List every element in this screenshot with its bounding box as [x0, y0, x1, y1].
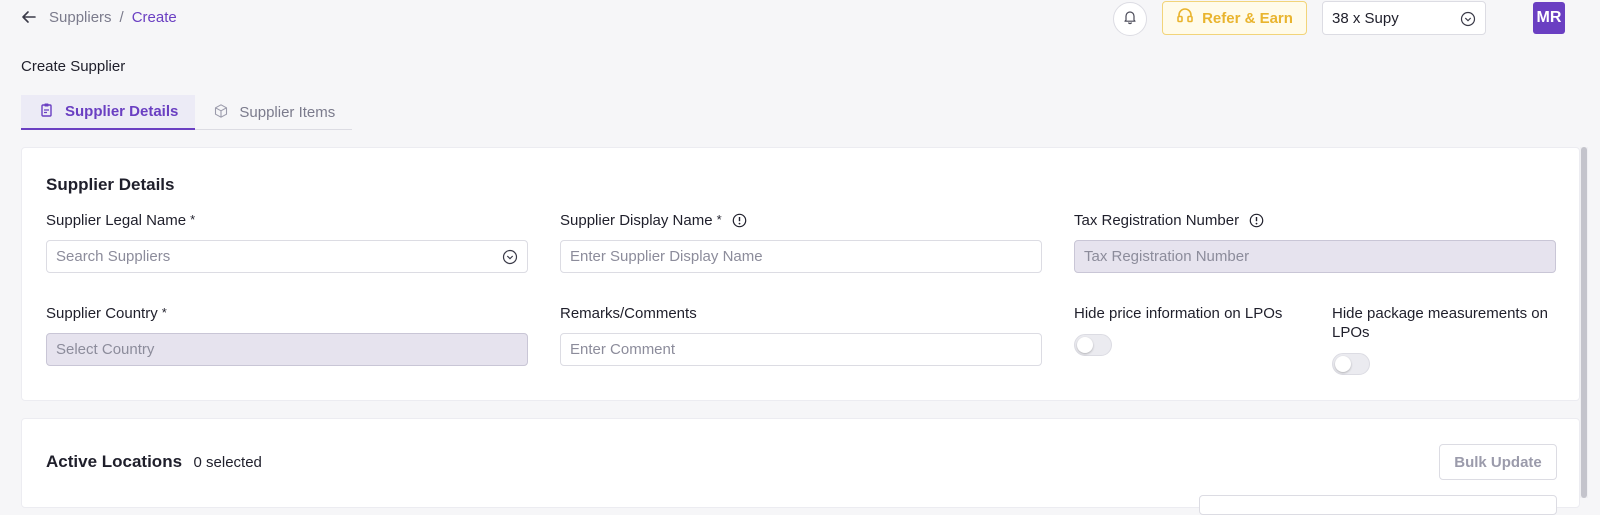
- display-name-input[interactable]: [560, 240, 1042, 273]
- refer-label: Refer & Earn: [1202, 9, 1293, 27]
- refer-and-earn-button[interactable]: Refer & Earn: [1162, 1, 1307, 35]
- breadcrumb: Suppliers / Create: [49, 9, 177, 26]
- country-placeholder: Select Country: [56, 341, 155, 358]
- info-icon[interactable]: [732, 213, 747, 232]
- hide-package-label: Hide package measurements on LPOs: [1332, 305, 1548, 341]
- page-title: Create Supplier: [21, 58, 126, 75]
- display-name-field[interactable]: [570, 248, 1032, 265]
- active-locations-card: Active Locations - 0 selected Bulk Updat…: [21, 418, 1580, 515]
- tab-bar: Supplier Details Supplier Items: [21, 95, 353, 130]
- locations-heading: Active Locations: [46, 452, 183, 471]
- breadcrumb-suppliers[interactable]: Suppliers: [49, 9, 112, 26]
- country-select: Select Country: [46, 333, 528, 366]
- breadcrumb-current: Create: [131, 9, 177, 26]
- country-label: Supplier Country *: [46, 305, 167, 322]
- section-heading: Supplier Details: [46, 175, 175, 194]
- breadcrumb-separator: /: [119, 9, 124, 26]
- top-bar: Suppliers / Create Refer & Earn 38 x Sup…: [0, 0, 1600, 36]
- chevron-down-icon: [502, 249, 518, 269]
- legal-name-select[interactable]: Search Suppliers: [46, 240, 528, 273]
- bell-icon: [1122, 9, 1138, 30]
- remarks-label: Remarks/Comments: [560, 305, 697, 322]
- legal-name-label: Supplier Legal Name *: [46, 212, 196, 229]
- selected-count: - 0 selected: [176, 454, 262, 471]
- remarks-input[interactable]: [560, 333, 1042, 366]
- back-arrow-icon[interactable]: [20, 8, 38, 26]
- chevron-down-icon: [1460, 11, 1476, 31]
- info-icon[interactable]: [1249, 213, 1264, 232]
- company-select[interactable]: 38 x Supy: [1322, 1, 1486, 35]
- company-value: 38 x Supy: [1332, 9, 1399, 27]
- tab-supplier-items[interactable]: Supplier Items: [195, 95, 352, 130]
- tab-label: Supplier Details: [65, 103, 179, 120]
- hide-price-toggle[interactable]: [1074, 334, 1112, 356]
- clipboard-icon: [39, 102, 55, 122]
- display-name-label: Supplier Display Name *: [560, 212, 747, 232]
- notifications-button[interactable]: [1113, 2, 1147, 36]
- avatar[interactable]: MR: [1533, 2, 1565, 34]
- headset-icon: [1176, 7, 1194, 29]
- tab-supplier-details[interactable]: Supplier Details: [21, 95, 196, 130]
- box-icon: [213, 103, 229, 123]
- hide-price-label: Hide price information on LPOs: [1074, 305, 1283, 322]
- remarks-field[interactable]: [570, 341, 1032, 358]
- location-filter-field[interactable]: [1199, 495, 1557, 515]
- hide-package-toggle[interactable]: [1332, 353, 1370, 375]
- tax-number-placeholder: Tax Registration Number: [1084, 248, 1250, 265]
- bulk-update-button[interactable]: Bulk Update: [1439, 444, 1557, 480]
- supplier-details-card: Supplier Details Supplier Legal Name * S…: [21, 147, 1580, 401]
- tax-number-label: Tax Registration Number: [1074, 212, 1264, 232]
- scrollbar[interactable]: [1580, 147, 1588, 498]
- tab-label: Supplier Items: [239, 104, 336, 121]
- scrollbar-thumb[interactable]: [1581, 147, 1587, 498]
- legal-name-placeholder: Search Suppliers: [56, 248, 171, 265]
- tax-number-input: Tax Registration Number: [1074, 240, 1556, 273]
